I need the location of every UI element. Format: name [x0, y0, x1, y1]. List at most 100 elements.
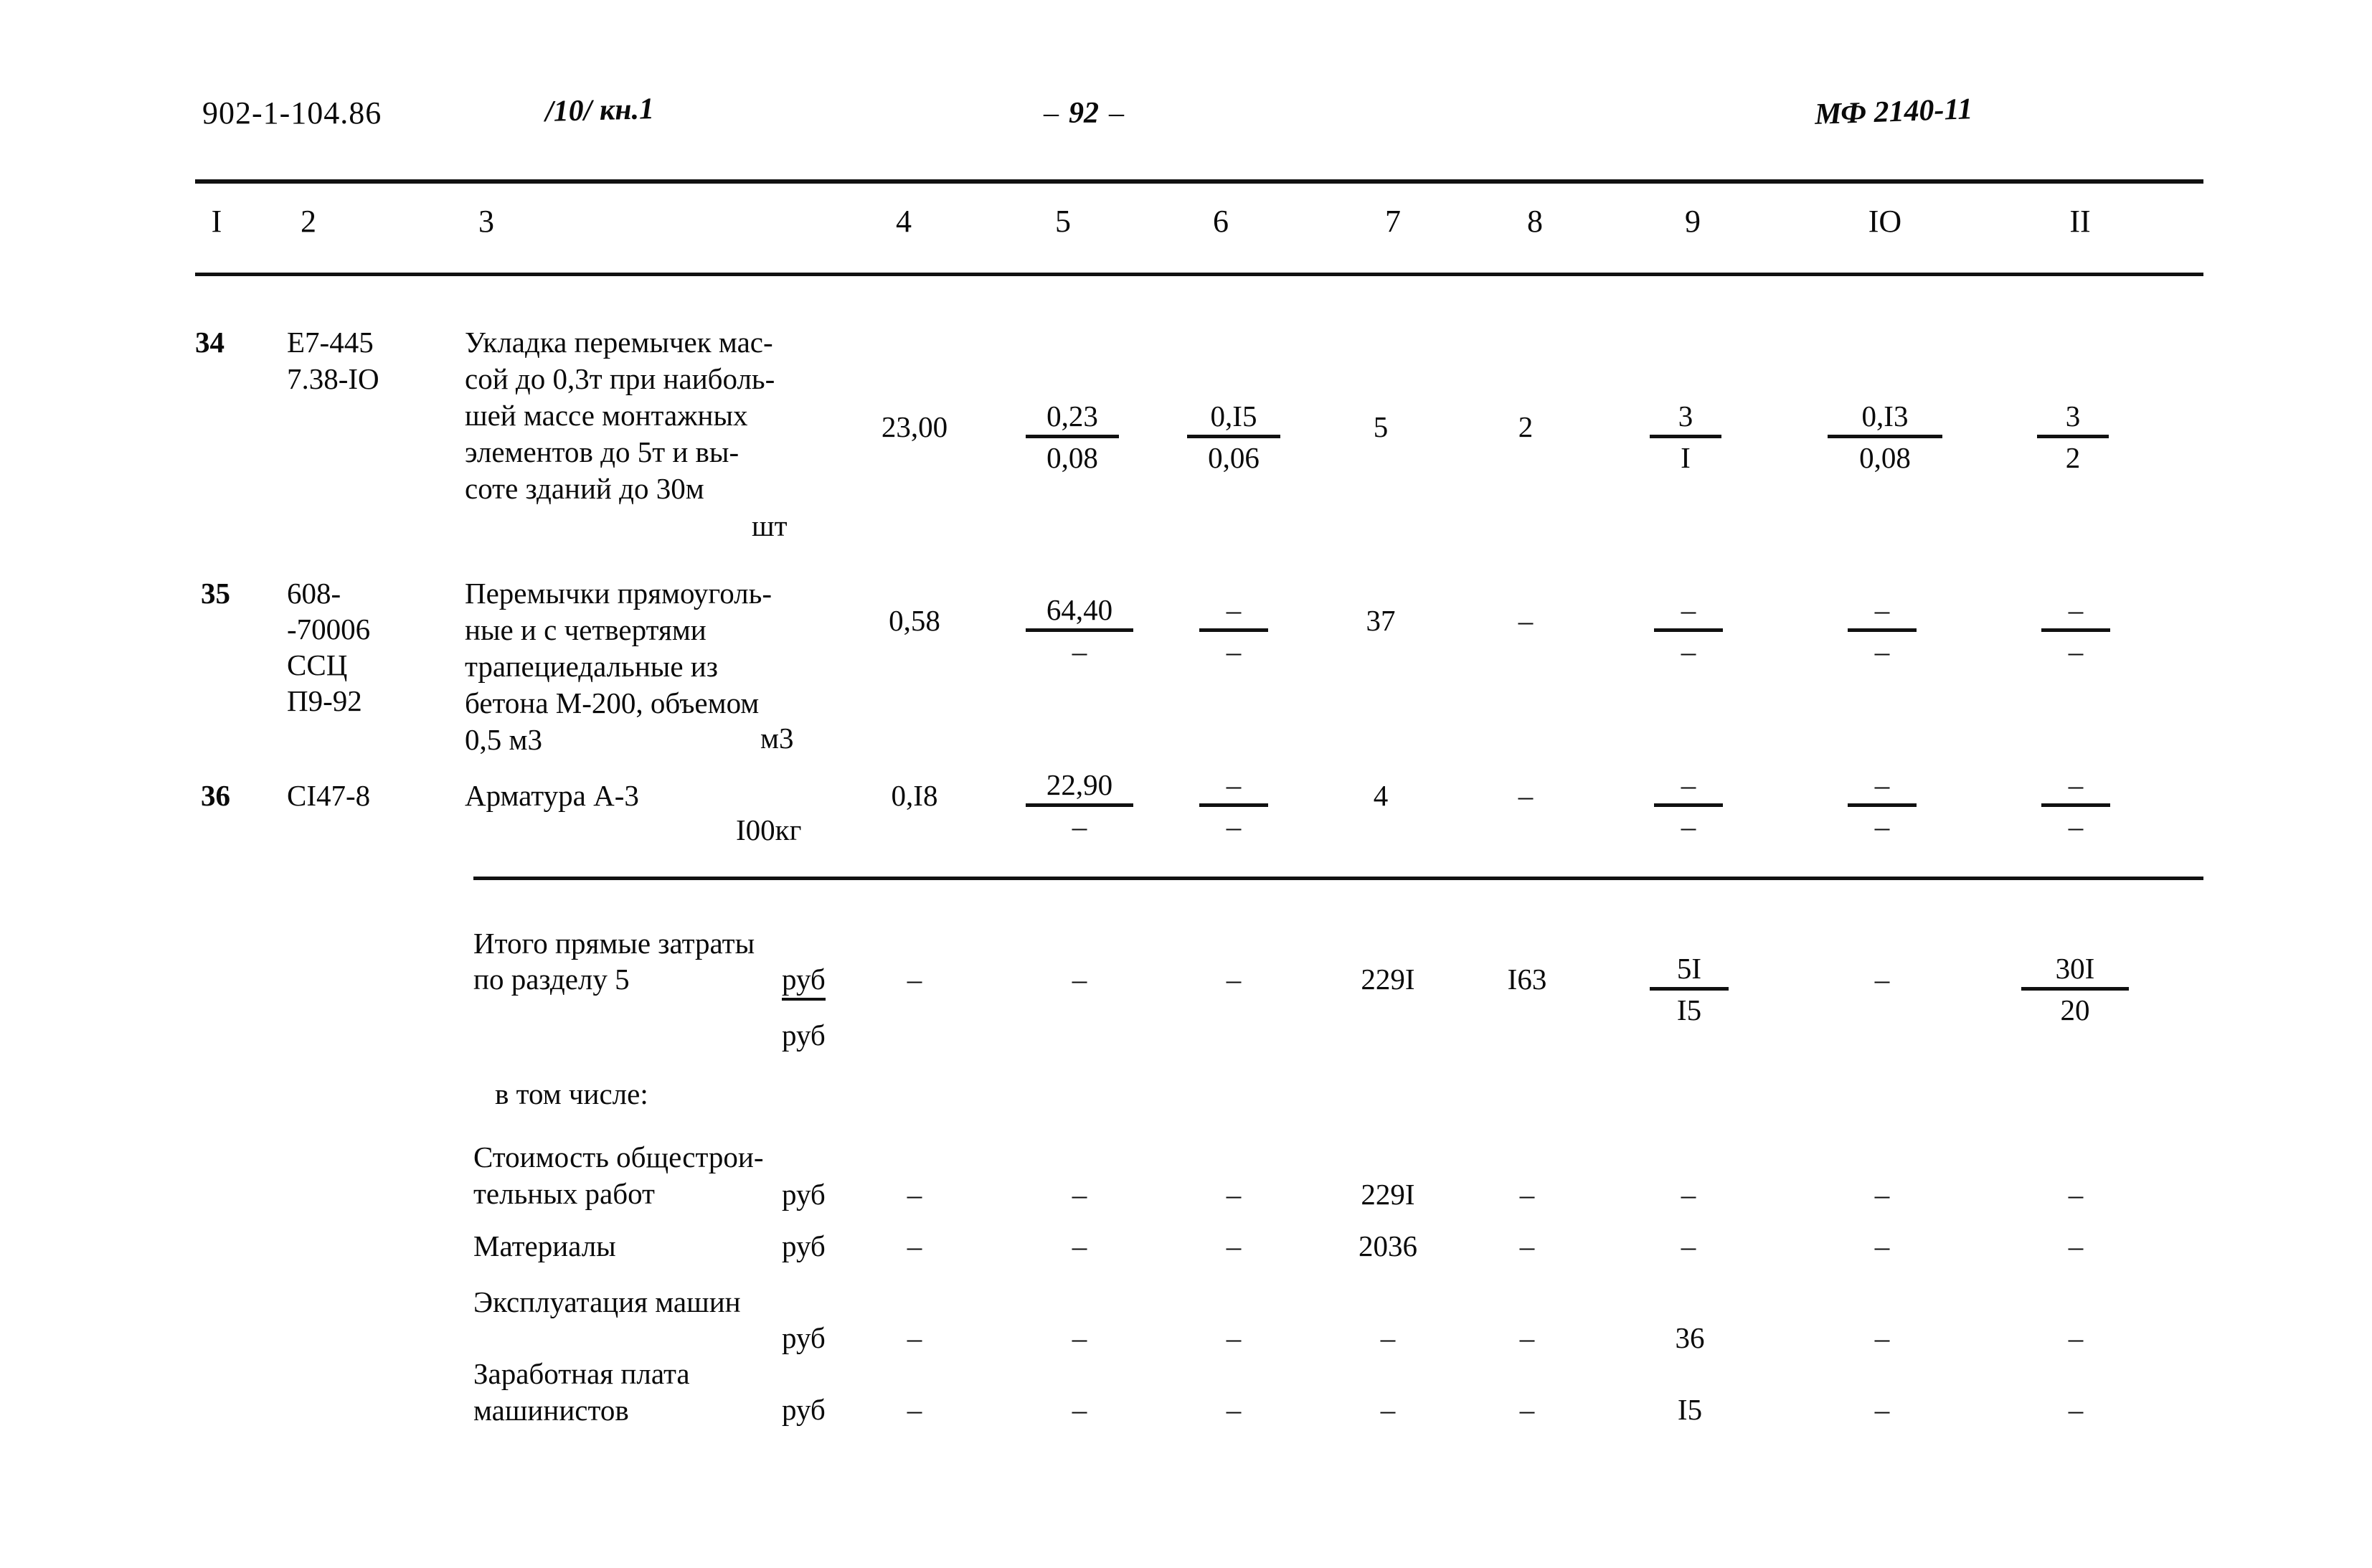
- row-col4: 0,58: [889, 604, 940, 637]
- row-col10: – –: [1848, 592, 1917, 669]
- breakdown-col4: –: [907, 1178, 922, 1211]
- row-col9-top: –: [1654, 768, 1723, 807]
- row-number: 35: [201, 577, 230, 610]
- row-col10-top: 0,I3: [1828, 399, 1942, 438]
- row-col11: – –: [2041, 768, 2110, 844]
- row-col11-top: 3: [2037, 399, 2109, 438]
- totals-col7: 229I: [1361, 963, 1415, 996]
- breakdown-col6: –: [1226, 1321, 1242, 1354]
- row-unit: м3: [760, 722, 794, 755]
- row-col4: 0,I8: [891, 779, 938, 812]
- row-code-line-3: ССЦ: [287, 648, 348, 681]
- breakdown-col6: –: [1226, 1229, 1242, 1262]
- row-col7: 37: [1366, 604, 1396, 637]
- totals-col4: –: [907, 963, 922, 996]
- breakdown-col11: –: [2068, 1229, 2084, 1262]
- row-col5-bot: –: [1072, 810, 1087, 843]
- totals-col5: –: [1072, 963, 1087, 996]
- row-unit: I00кг: [736, 813, 802, 846]
- totals-label-line-1: Итого прямые затраты: [473, 927, 755, 960]
- totals-col9-bot: I5: [1676, 993, 1702, 1026]
- row-col6: – –: [1199, 768, 1268, 844]
- breakdown-col7: –: [1380, 1393, 1396, 1426]
- row-col10: 0,I3 0,08: [1828, 399, 1942, 475]
- breakdown-col8: –: [1519, 1393, 1535, 1426]
- row-col8: –: [1518, 604, 1534, 637]
- row-description: Перемычки прямоуголь- ные и с четвертями…: [465, 577, 772, 756]
- breakdown-heading: в том числе:: [495, 1077, 648, 1110]
- breakdown-col8: –: [1519, 1229, 1535, 1262]
- breakdown-col10: –: [1874, 1178, 1890, 1211]
- breakdown-col6: –: [1226, 1178, 1242, 1211]
- breakdown-col6: –: [1226, 1393, 1242, 1426]
- row-number: 34: [195, 326, 225, 359]
- row-col5-top: 22,90: [1026, 768, 1133, 807]
- breakdown-col11: –: [2068, 1393, 2084, 1426]
- breakdown-col4: –: [907, 1393, 922, 1426]
- row-col4: 23,00: [881, 410, 948, 443]
- breakdown-unit: руб: [782, 1393, 826, 1426]
- row-col10-bot: 0,08: [1859, 441, 1911, 474]
- breakdown-col11: –: [2068, 1178, 2084, 1211]
- row-description: Арматура А-3: [465, 779, 639, 812]
- breakdown-col10: –: [1874, 1229, 1890, 1262]
- row-col6: 0,I5 0,06: [1187, 399, 1280, 475]
- row-col9-top: 3: [1650, 399, 1721, 438]
- row-code-line-2: 7.38-IO: [287, 362, 379, 395]
- breakdown-col9: 36: [1675, 1321, 1705, 1354]
- row-col11-bot: –: [2068, 635, 2084, 668]
- row-col11: 3 2: [2037, 399, 2109, 475]
- breakdown-col10: –: [1874, 1321, 1890, 1354]
- breakdown-col9: –: [1681, 1178, 1696, 1211]
- breakdown-unit: руб: [782, 1178, 826, 1211]
- totals-unit-bot: руб: [782, 1019, 826, 1052]
- breakdown-col7: 229I: [1361, 1178, 1415, 1211]
- totals-unit-top: руб: [782, 961, 826, 1001]
- breakdown-col5: –: [1072, 1393, 1087, 1426]
- row-col8: –: [1518, 779, 1534, 812]
- row-col6-top: 0,I5: [1187, 399, 1280, 438]
- row-col8: 2: [1518, 410, 1534, 443]
- totals-col11: 30I 20: [2021, 951, 2129, 1027]
- breakdown-col4: –: [907, 1321, 922, 1354]
- row-code-line-4: П9-92: [287, 684, 362, 717]
- row-col9: 3 I: [1650, 399, 1721, 475]
- row-col10-bot: –: [1874, 635, 1890, 668]
- row-number: 36: [201, 779, 230, 812]
- document-page: 902-1-104.86 /10/ кн.1 –92– МФ 2140-11 I…: [0, 0, 2372, 1568]
- row-col11-bot: –: [2068, 810, 2084, 843]
- row-col5-bot: 0,08: [1046, 441, 1098, 474]
- totals-label-line-2: по разделу 5: [473, 963, 630, 996]
- totals-col11-top: 30I: [2021, 951, 2129, 991]
- row-col9: – –: [1654, 592, 1723, 669]
- row-code-line-1: СI47-8: [287, 779, 371, 812]
- breakdown-col9: –: [1681, 1229, 1696, 1262]
- row-col11-top: –: [2041, 592, 2110, 632]
- breakdown-col5: –: [1072, 1321, 1087, 1354]
- breakdown-col7: –: [1380, 1321, 1396, 1354]
- breakdown-unit: руб: [782, 1321, 826, 1354]
- row-col7: 4: [1373, 779, 1389, 812]
- row-col6-bot: 0,06: [1208, 441, 1260, 474]
- row-col10-top: –: [1848, 592, 1917, 632]
- row-code-line-1: 608-: [287, 577, 341, 610]
- row-col11-bot: 2: [2065, 441, 2081, 474]
- row-col7: 5: [1373, 410, 1389, 443]
- row-col9-top: –: [1654, 592, 1723, 632]
- row-col5-bot: –: [1072, 635, 1087, 668]
- breakdown-col4: –: [907, 1229, 922, 1262]
- row-col5-top: 0,23: [1026, 399, 1119, 438]
- row-unit: шт: [752, 509, 788, 542]
- totals-col9: 5I I5: [1650, 951, 1729, 1027]
- row-col9-bot: –: [1681, 810, 1696, 843]
- row-col6-top: –: [1199, 592, 1268, 632]
- totals-col10: –: [1874, 963, 1890, 996]
- totals-col9-top: 5I: [1650, 951, 1729, 991]
- row-col11-top: –: [2041, 768, 2110, 807]
- estimate-table: 34 Е7-445 7.38-IO Укладка перемычек мас-…: [0, 0, 2372, 1568]
- breakdown-col8: –: [1519, 1321, 1535, 1354]
- totals-col8: I63: [1507, 963, 1547, 996]
- breakdown-col9: I5: [1677, 1393, 1703, 1426]
- totals-col6: –: [1226, 963, 1242, 996]
- breakdown-label: Эксплуатация машин: [473, 1285, 741, 1318]
